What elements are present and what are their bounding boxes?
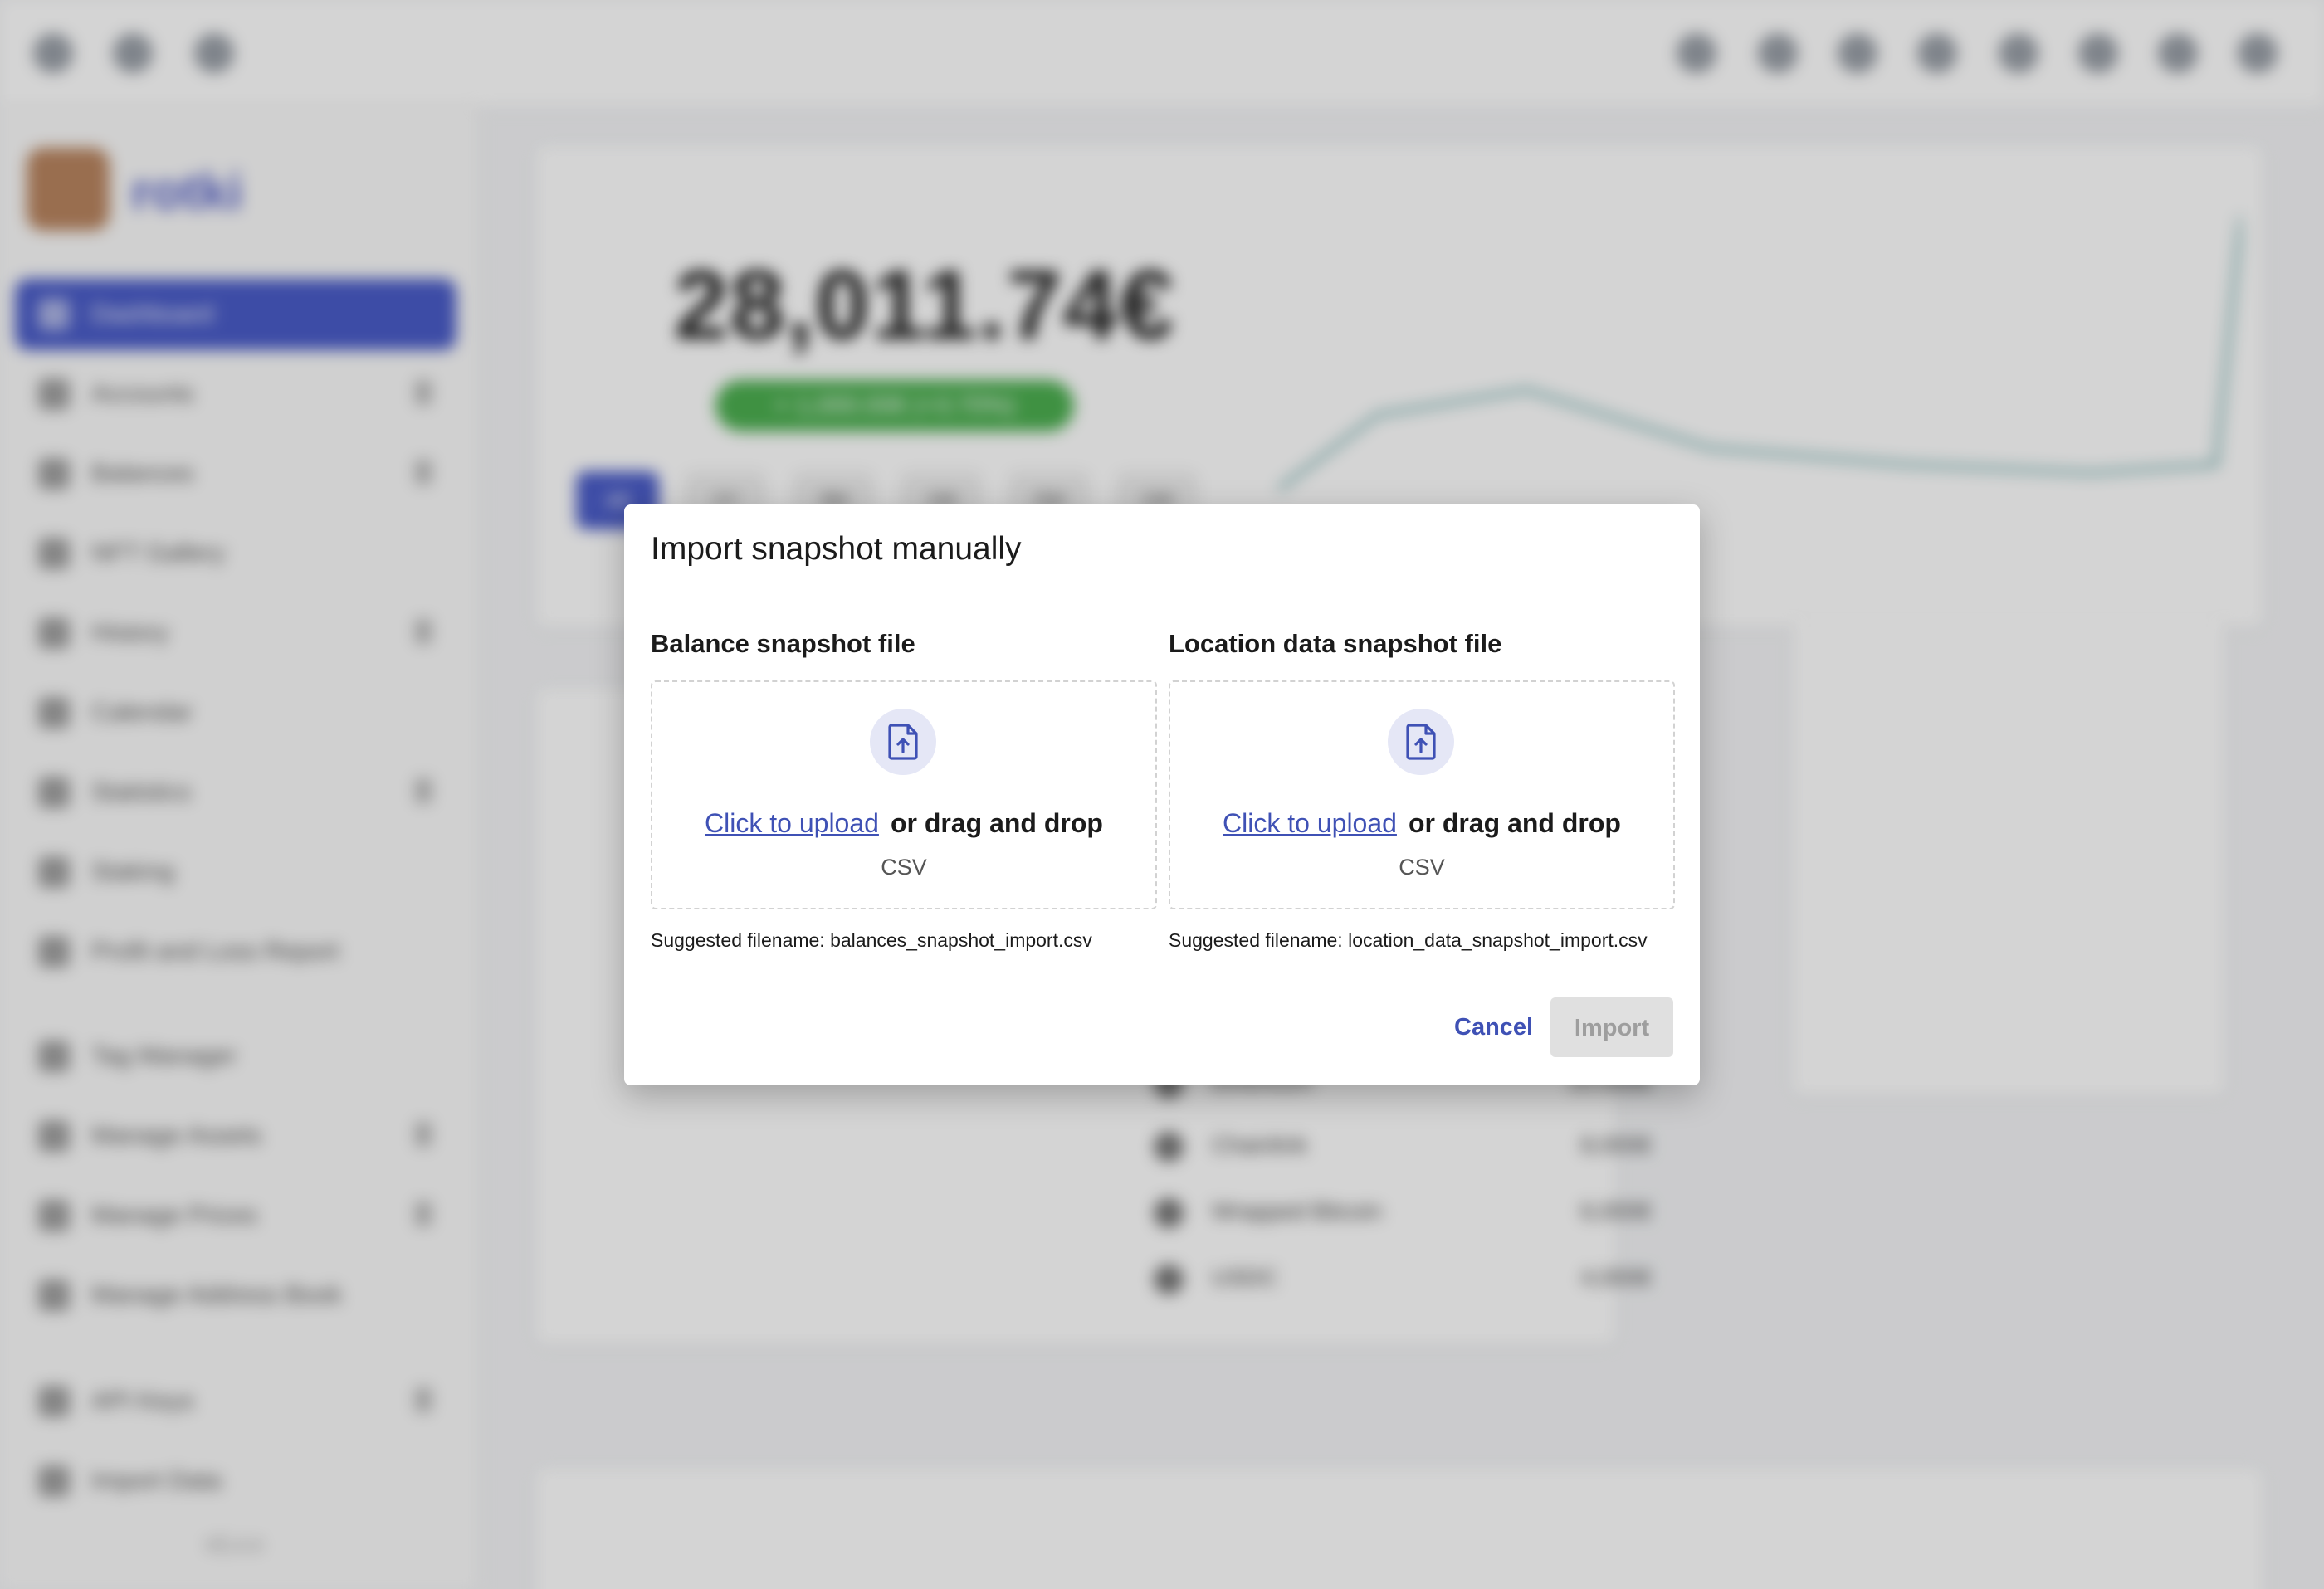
file-type-hint: CSV — [1399, 855, 1445, 880]
drag-and-drop-text: or drag and drop — [890, 808, 1103, 838]
dialog-title: Import snapshot manually — [651, 531, 1022, 567]
upload-instructions: Click to upload or drag and drop — [1170, 808, 1673, 839]
drag-and-drop-text: or drag and drop — [1408, 808, 1621, 838]
upload-instructions: Click to upload or drag and drop — [652, 808, 1155, 839]
cancel-button[interactable]: Cancel — [1436, 997, 1551, 1057]
balance-click-to-upload-link[interactable]: Click to upload — [705, 808, 879, 838]
balance-snapshot-section: Balance snapshot file Click to upload or … — [651, 629, 1157, 952]
location-click-to-upload-link[interactable]: Click to upload — [1223, 808, 1397, 838]
balance-snapshot-dropzone[interactable]: Click to upload or drag and drop CSV — [651, 680, 1157, 909]
location-snapshot-section: Location data snapshot file Click to upl… — [1169, 629, 1675, 952]
location-snapshot-dropzone[interactable]: Click to upload or drag and drop CSV — [1169, 680, 1675, 909]
file-upload-icon — [870, 709, 936, 775]
balance-snapshot-heading: Balance snapshot file — [651, 629, 915, 658]
balance-suggested-filename: Suggested filename: balances_snapshot_im… — [651, 929, 1092, 951]
location-snapshot-heading: Location data snapshot file — [1169, 629, 1502, 658]
import-button[interactable]: Import — [1550, 997, 1673, 1057]
app-root: rotki Dashboard Accounts Balances NFT Ga… — [0, 0, 2324, 1589]
file-type-hint: CSV — [881, 855, 927, 880]
location-suggested-filename: Suggested filename: location_data_snapsh… — [1169, 929, 1648, 951]
file-upload-icon — [1388, 709, 1454, 775]
import-snapshot-dialog: Import snapshot manually Balance snapsho… — [624, 504, 1700, 1085]
